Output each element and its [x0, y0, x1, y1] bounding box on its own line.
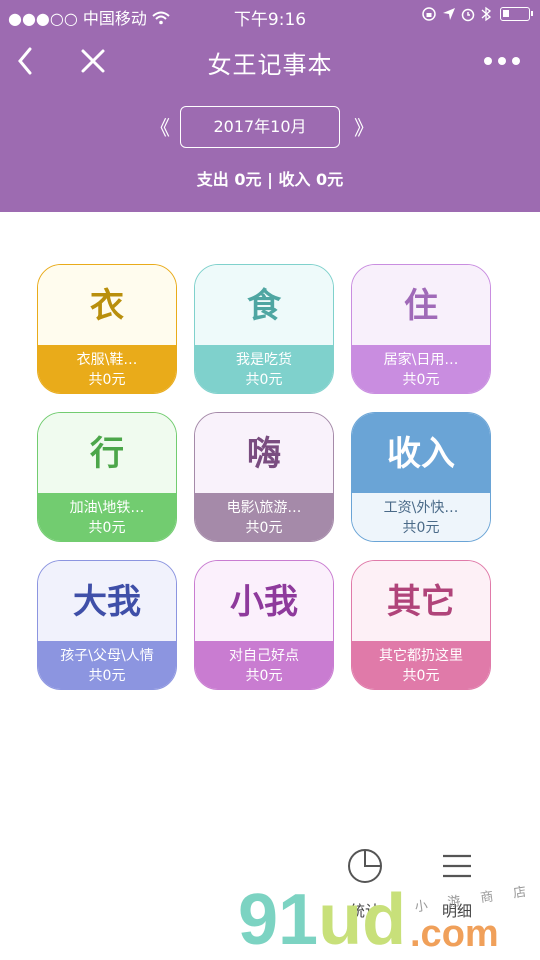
- category-subtitle: 电影\旅游…: [226, 500, 302, 516]
- category-title: 大我: [38, 561, 176, 641]
- category-title: 嗨: [195, 413, 333, 493]
- watermark-logo-part: 91: [238, 880, 319, 960]
- category-title: 小我: [195, 561, 333, 641]
- category-amount: 共0元: [88, 520, 126, 536]
- category-card-xiaowo[interactable]: 小我 对自己好点 共0元: [194, 560, 334, 690]
- category-amount: 共0元: [402, 668, 440, 684]
- category-amount: 共0元: [88, 668, 126, 684]
- category-subtitle: 我是吃货: [236, 352, 292, 368]
- bluetooth-icon: [481, 5, 496, 23]
- category-title: 行: [38, 413, 176, 493]
- detail-button[interactable]: 明细: [422, 846, 492, 926]
- category-title: 住: [352, 265, 490, 345]
- location-arrow-icon: [442, 5, 461, 23]
- category-footer: 孩子\父母\人情 共0元: [38, 641, 176, 689]
- category-subtitle: 衣服\鞋…: [76, 352, 138, 368]
- category-footer: 加油\地铁… 共0元: [38, 493, 176, 541]
- pie-chart-icon: [348, 849, 382, 883]
- detail-label: 明细: [441, 902, 472, 920]
- category-subtitle: 加油\地铁…: [69, 500, 145, 516]
- bottom-nav: 统计 明细: [330, 846, 530, 936]
- lock-rotation-icon: [421, 5, 442, 23]
- list-icon: [443, 854, 471, 878]
- category-footer: 电影\旅游… 共0元: [195, 493, 333, 541]
- category-title: 收入: [352, 413, 490, 493]
- category-subtitle: 其它都扔这里: [379, 648, 463, 664]
- category-subtitle: 孩子\父母\人情: [60, 648, 154, 664]
- month-selector: 《 2017年10月 》: [0, 106, 540, 150]
- status-icons: [421, 5, 533, 23]
- alarm-icon: [460, 5, 481, 23]
- category-card-shi[interactable]: 食 我是吃货 共0元: [194, 264, 334, 394]
- category-subtitle: 对自己好点: [229, 648, 299, 664]
- category-card-yi[interactable]: 衣 衣服\鞋… 共0元: [37, 264, 177, 394]
- close-button[interactable]: [68, 36, 118, 86]
- prev-month-button[interactable]: 《: [150, 112, 170, 141]
- category-footer: 居家\日用… 共0元: [352, 345, 490, 393]
- category-amount: 共0元: [402, 372, 440, 388]
- stats-button[interactable]: 统计: [330, 846, 400, 926]
- next-month-button[interactable]: 》: [354, 112, 374, 141]
- category-card-xing[interactable]: 行 加油\地铁… 共0元: [37, 412, 177, 542]
- more-dots-icon: [484, 57, 520, 65]
- category-footer: 对自己好点 共0元: [195, 641, 333, 689]
- category-card-qita[interactable]: 其它 其它都扔这里 共0元: [351, 560, 491, 690]
- category-title: 其它: [352, 561, 490, 641]
- category-amount: 共0元: [88, 372, 126, 388]
- category-title: 衣: [38, 265, 176, 345]
- category-footer: 其它都扔这里 共0元: [352, 641, 490, 689]
- category-card-zhu[interactable]: 住 居家\日用… 共0元: [351, 264, 491, 394]
- category-card-shouru[interactable]: 收入 工资\外快… 共0元: [351, 412, 491, 542]
- category-amount: 共0元: [402, 520, 440, 536]
- category-amount: 共0元: [245, 520, 283, 536]
- category-card-hai[interactable]: 嗨 电影\旅游… 共0元: [194, 412, 334, 542]
- chevron-left-icon: [18, 47, 32, 75]
- status-bar: ●●●○○ 中国移动 下午9:16: [0, 0, 540, 30]
- stats-label: 统计: [349, 902, 380, 920]
- month-picker[interactable]: 2017年10月: [180, 106, 340, 148]
- category-footer: 衣服\鞋… 共0元: [38, 345, 176, 393]
- category-footer: 工资\外快… 共0元: [352, 493, 490, 541]
- category-card-dawo[interactable]: 大我 孩子\父母\人情 共0元: [37, 560, 177, 690]
- category-amount: 共0元: [245, 668, 283, 684]
- more-button[interactable]: [472, 36, 532, 86]
- navbar: 女王记事本: [0, 36, 540, 86]
- back-button[interactable]: [0, 36, 50, 86]
- month-summary: 支出 0元 | 收入 0元: [196, 170, 344, 189]
- battery-icon: [500, 7, 533, 21]
- category-subtitle: 居家\日用…: [383, 352, 459, 368]
- category-subtitle: 工资\外快…: [383, 500, 459, 516]
- category-footer: 我是吃货 共0元: [195, 345, 333, 393]
- close-icon: [81, 49, 105, 73]
- header: ●●●○○ 中国移动 下午9:16 女王记事本 《 2017年10月 》 支出 …: [0, 0, 540, 212]
- category-title: 食: [195, 265, 333, 345]
- category-amount: 共0元: [245, 372, 283, 388]
